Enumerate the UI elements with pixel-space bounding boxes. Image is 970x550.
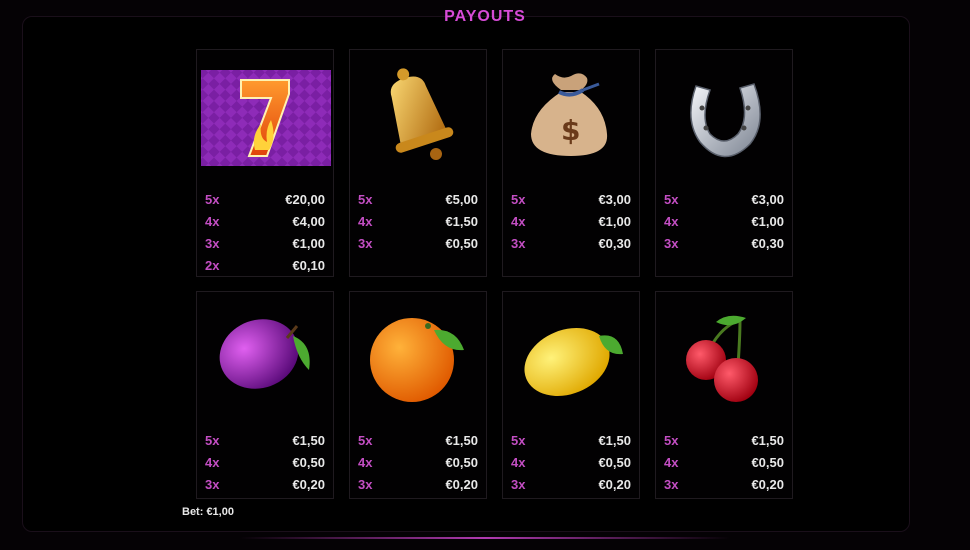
payout-row: 3x €0,50: [358, 236, 478, 256]
plum-icon: [219, 319, 310, 389]
multiplier-label: 4x: [511, 214, 526, 229]
symbol-card-money-bag: $ 5x €3,00 4x €1,00 3x €0,30: [502, 49, 640, 277]
payout-row: 3x €0,20: [358, 477, 478, 497]
horseshoe-icon: [690, 83, 761, 158]
payout-row: 4x €1,00: [511, 214, 631, 234]
payout-amount: €20,00: [285, 192, 325, 207]
multiplier-label: 4x: [511, 455, 526, 470]
orange-icon: [370, 318, 464, 402]
symbol-card-horseshoe: 5x €3,00 4x €1,00 3x €0,30: [655, 49, 793, 277]
payout-amount: €0,20: [292, 477, 325, 492]
payout-row: 4x €0,50: [358, 455, 478, 475]
multiplier-label: 4x: [664, 214, 679, 229]
payout-row: 5x €20,00: [205, 192, 325, 212]
multiplier-label: 4x: [358, 455, 373, 470]
money-bag-icon: $: [531, 73, 608, 156]
payout-amount: €0,10: [292, 258, 325, 273]
bell-icon: [390, 68, 454, 160]
payout-row: 5x €1,50: [358, 433, 478, 453]
multiplier-label: 5x: [511, 433, 526, 448]
multiplier-label: 3x: [511, 477, 526, 492]
multiplier-label: 3x: [205, 236, 220, 251]
symbol-card-lemon: 5x €1,50 4x €0,50 3x €0,20: [502, 291, 640, 499]
payout-row: 4x €4,00: [205, 214, 325, 234]
payout-amount: €0,50: [445, 455, 478, 470]
symbol-card-orange: 5x €1,50 4x €0,50 3x €0,20: [349, 291, 487, 499]
payout-row: 4x €1,50: [358, 214, 478, 234]
lemon-icon: [524, 328, 623, 396]
multiplier-label: 5x: [205, 433, 220, 448]
payout-row: 3x €0,30: [664, 236, 784, 256]
payout-amount: €1,00: [598, 214, 631, 229]
payout-amount: €0,50: [598, 455, 631, 470]
multiplier-label: 4x: [205, 455, 220, 470]
multiplier-label: 3x: [664, 477, 679, 492]
payouts-title: PAYOUTS: [444, 8, 526, 25]
multiplier-label: 4x: [664, 455, 679, 470]
payout-row: 5x €3,00: [664, 192, 784, 212]
cherries-icon: [686, 315, 758, 402]
multiplier-label: 5x: [358, 433, 373, 448]
payout-amount: €0,30: [598, 236, 631, 251]
payout-amount: €1,50: [292, 433, 325, 448]
multiplier-label: 2x: [205, 258, 220, 273]
multiplier-label: 3x: [358, 477, 373, 492]
payout-row: 5x €1,50: [205, 433, 325, 453]
payout-amount: €3,00: [751, 192, 784, 207]
symbol-card-cherries: 5x €1,50 4x €0,50 3x €0,20: [655, 291, 793, 499]
payout-amount: €3,00: [598, 192, 631, 207]
payout-amount: €1,00: [292, 236, 325, 251]
multiplier-label: 5x: [511, 192, 526, 207]
multiplier-label: 3x: [511, 236, 526, 251]
multiplier-label: 3x: [664, 236, 679, 251]
multiplier-label: 5x: [358, 192, 373, 207]
payout-row: 5x €3,00: [511, 192, 631, 212]
payout-row: 3x €0,20: [511, 477, 631, 497]
multiplier-label: 5x: [664, 192, 679, 207]
multiplier-label: 3x: [358, 236, 373, 251]
payout-row: 5x €1,50: [511, 433, 631, 453]
multiplier-label: 3x: [205, 477, 220, 492]
payout-amount: €5,00: [445, 192, 478, 207]
payout-amount: €1,00: [751, 214, 784, 229]
symbol-card-seven: 5x €20,00 4x €4,00 3x €1,00 2x €0,10: [196, 49, 334, 277]
payout-row: 3x €0,20: [205, 477, 325, 497]
payout-row: 3x €0,30: [511, 236, 631, 256]
multiplier-label: 5x: [664, 433, 679, 448]
payout-row: 4x €0,50: [511, 455, 631, 475]
payout-amount: €0,50: [445, 236, 478, 251]
payout-amount: €1,50: [445, 214, 478, 229]
payout-amount: €0,50: [751, 455, 784, 470]
payout-amount: €1,50: [598, 433, 631, 448]
payout-row: 5x €1,50: [664, 433, 784, 453]
bet-label: Bet: €1,00: [182, 506, 234, 518]
svg-text:$: $: [561, 114, 580, 147]
payout-amount: €0,20: [751, 477, 784, 492]
payout-amount: €0,50: [292, 455, 325, 470]
payout-amount: €0,30: [751, 236, 784, 251]
payout-amount: €0,20: [598, 477, 631, 492]
payout-amount: €0,20: [445, 477, 478, 492]
payout-row: 3x €0,20: [664, 477, 784, 497]
multiplier-label: 5x: [205, 192, 220, 207]
payout-row: 5x €5,00: [358, 192, 478, 212]
payout-row: 4x €0,50: [205, 455, 325, 475]
payout-row: 4x €1,00: [664, 214, 784, 234]
payout-amount: €1,50: [445, 433, 478, 448]
payout-row: 3x €1,00: [205, 236, 325, 256]
multiplier-label: 4x: [358, 214, 373, 229]
symbol-card-bell: 5x €5,00 4x €1,50 3x €0,50: [349, 49, 487, 277]
payout-amount: €4,00: [292, 214, 325, 229]
bottom-divider: [240, 537, 730, 539]
payout-row: 4x €0,50: [664, 455, 784, 475]
multiplier-label: 4x: [205, 214, 220, 229]
symbol-card-plum: 5x €1,50 4x €0,50 3x €0,20: [196, 291, 334, 499]
payout-amount: €1,50: [751, 433, 784, 448]
seven-icon: [201, 70, 331, 166]
payout-row: 2x €0,10: [205, 258, 325, 278]
